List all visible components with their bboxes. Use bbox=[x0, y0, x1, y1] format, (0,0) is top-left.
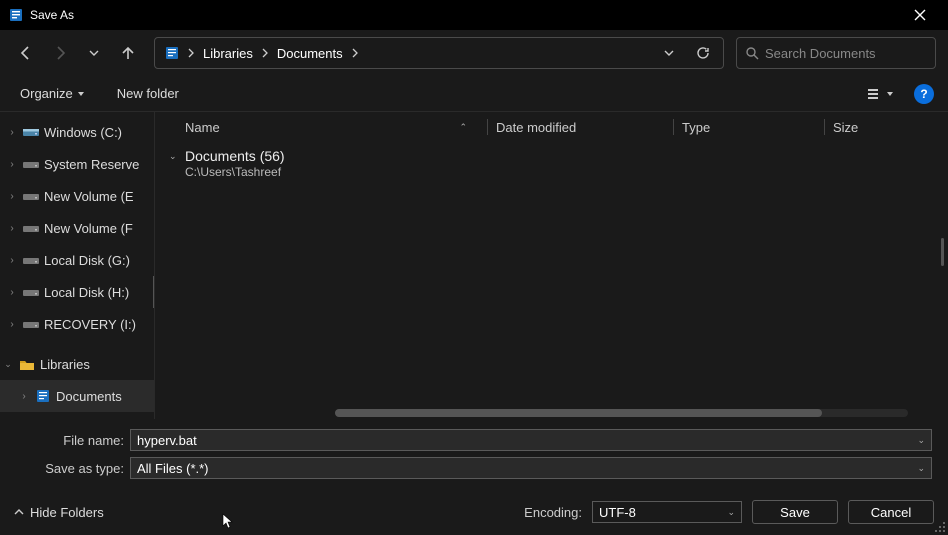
file-name-field[interactable]: hyperv.bat ⌄ bbox=[130, 429, 932, 451]
chevron-right-icon[interactable] bbox=[347, 48, 363, 58]
save-as-type-value: All Files (*.*) bbox=[137, 461, 209, 476]
body: › Windows (C:) › System Reserve › New Vo… bbox=[0, 112, 948, 419]
address-bar[interactable]: Libraries Documents bbox=[154, 37, 724, 69]
save-form: File name: hyperv.bat ⌄ Save as type: Al… bbox=[0, 419, 948, 489]
group-header[interactable]: ⌄ Documents (56) bbox=[169, 148, 934, 164]
expander-icon[interactable]: › bbox=[6, 287, 18, 298]
search-box[interactable] bbox=[736, 37, 936, 69]
file-list-area[interactable]: ⌄ Documents (56) C:\Users\Tashreef bbox=[155, 142, 948, 419]
expander-icon[interactable]: › bbox=[6, 159, 18, 170]
drive-icon bbox=[22, 126, 40, 138]
sidebar-tree[interactable]: › Windows (C:) › System Reserve › New Vo… bbox=[0, 112, 155, 419]
group-path: C:\Users\Tashreef bbox=[185, 165, 934, 179]
expander-icon[interactable]: › bbox=[6, 223, 18, 234]
sidebar-item-libraries[interactable]: ⌄ Libraries bbox=[0, 348, 154, 380]
chevron-up-icon bbox=[14, 507, 24, 517]
sidebar-item-drive[interactable]: › Local Disk (H:) bbox=[0, 276, 154, 308]
documents-library-icon bbox=[34, 389, 52, 403]
breadcrumb-root[interactable] bbox=[161, 38, 183, 68]
expander-icon[interactable]: › bbox=[6, 191, 18, 202]
chevron-down-icon bbox=[886, 90, 894, 98]
new-folder-button[interactable]: New folder bbox=[111, 82, 185, 105]
toolbar: Organize New folder ? bbox=[0, 76, 948, 112]
folder-icon bbox=[18, 358, 36, 371]
group-title: Documents (56) bbox=[185, 148, 285, 164]
footer: Hide Folders Encoding: UTF-8 ⌄ Save Canc… bbox=[0, 489, 948, 535]
expander-icon[interactable]: › bbox=[6, 127, 18, 138]
vertical-scrollbar-indicator[interactable] bbox=[941, 238, 944, 266]
chevron-down-icon[interactable]: ⌄ bbox=[917, 435, 925, 446]
encoding-select[interactable]: UTF-8 ⌄ bbox=[592, 501, 742, 523]
search-input[interactable] bbox=[765, 46, 941, 61]
encoding-label: Encoding: bbox=[524, 505, 582, 520]
file-name-label: File name: bbox=[16, 433, 124, 448]
drive-icon bbox=[22, 286, 40, 298]
breadcrumb-libraries[interactable]: Libraries bbox=[199, 38, 257, 68]
expander-icon[interactable]: › bbox=[6, 255, 18, 266]
sidebar-item-drive[interactable]: › RECOVERY (I:) bbox=[0, 308, 154, 340]
recent-locations-button[interactable] bbox=[80, 39, 108, 67]
chevron-down-icon bbox=[77, 90, 85, 98]
resize-grip[interactable] bbox=[934, 521, 946, 533]
chevron-right-icon[interactable] bbox=[183, 48, 199, 58]
expander-icon[interactable]: › bbox=[6, 319, 18, 330]
drive-icon bbox=[22, 158, 40, 170]
drive-icon bbox=[22, 254, 40, 266]
chevron-down-icon[interactable]: ⌄ bbox=[727, 507, 735, 518]
sidebar-item-documents[interactable]: › Documents bbox=[0, 380, 154, 412]
horizontal-scrollbar[interactable] bbox=[335, 409, 908, 417]
refresh-button[interactable] bbox=[689, 39, 717, 67]
view-mode-button[interactable] bbox=[862, 82, 898, 106]
sidebar-item-drive[interactable]: › New Volume (E bbox=[0, 180, 154, 212]
breadcrumb-documents[interactable]: Documents bbox=[273, 38, 347, 68]
drive-icon bbox=[22, 222, 40, 234]
app-icon bbox=[8, 7, 24, 23]
file-name-value: hyperv.bat bbox=[137, 433, 197, 448]
titlebar: Save As bbox=[0, 0, 948, 30]
forward-button[interactable] bbox=[46, 39, 74, 67]
sort-indicator-icon: ⌃ bbox=[459, 122, 479, 133]
chevron-right-icon[interactable] bbox=[257, 48, 273, 58]
sidebar-item-drive[interactable]: › Windows (C:) bbox=[0, 116, 154, 148]
save-button[interactable]: Save bbox=[752, 500, 838, 524]
save-as-type-field[interactable]: All Files (*.*) ⌄ bbox=[130, 457, 932, 479]
up-button[interactable] bbox=[114, 39, 142, 67]
help-button[interactable]: ? bbox=[914, 84, 934, 104]
window-title: Save As bbox=[30, 8, 74, 22]
organize-button[interactable]: Organize bbox=[14, 82, 91, 105]
chevron-down-icon[interactable]: ⌄ bbox=[917, 463, 925, 474]
back-button[interactable] bbox=[12, 39, 40, 67]
drive-icon bbox=[22, 190, 40, 202]
drive-icon bbox=[22, 318, 40, 330]
column-header-date[interactable]: Date modified bbox=[488, 120, 673, 135]
chevron-down-icon[interactable]: ⌄ bbox=[169, 151, 179, 162]
address-dropdown-button[interactable] bbox=[655, 39, 683, 67]
expander-icon[interactable]: › bbox=[18, 391, 30, 402]
hide-folders-button[interactable]: Hide Folders bbox=[14, 505, 104, 520]
column-headers[interactable]: Name ⌃ Date modified Type Size bbox=[155, 112, 948, 142]
close-button[interactable] bbox=[900, 0, 940, 30]
column-header-type[interactable]: Type bbox=[674, 120, 824, 135]
column-header-size[interactable]: Size bbox=[825, 120, 948, 135]
expander-icon[interactable]: ⌄ bbox=[2, 359, 14, 370]
scrollbar-thumb[interactable] bbox=[335, 409, 822, 417]
nav-row: Libraries Documents bbox=[0, 30, 948, 76]
sidebar-item-drive[interactable]: › System Reserve bbox=[0, 148, 154, 180]
sidebar-item-drive[interactable]: › New Volume (F bbox=[0, 212, 154, 244]
column-header-name[interactable]: Name ⌃ bbox=[177, 120, 487, 135]
sidebar-item-drive[interactable]: › Local Disk (G:) bbox=[0, 244, 154, 276]
cancel-button[interactable]: Cancel bbox=[848, 500, 934, 524]
search-icon bbox=[745, 46, 759, 60]
save-as-type-label: Save as type: bbox=[16, 461, 124, 476]
file-list-panel: Name ⌃ Date modified Type Size ⌄ Documen… bbox=[155, 112, 948, 419]
